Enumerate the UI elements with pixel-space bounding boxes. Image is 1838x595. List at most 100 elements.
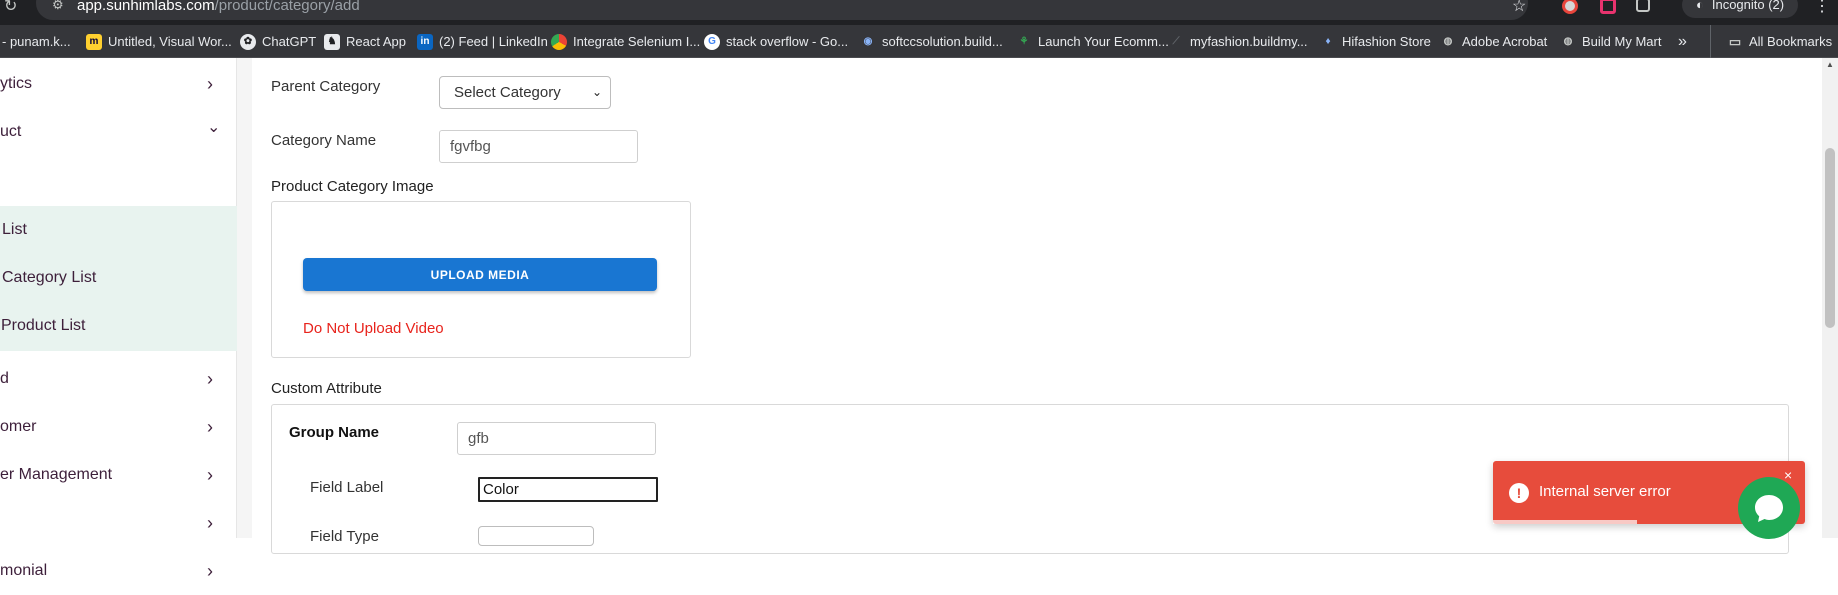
error-icon: ! <box>1509 483 1529 503</box>
globe-icon: ◍ <box>1443 35 1453 47</box>
bookmark-label: React App <box>346 34 406 49</box>
toast-progress-bar <box>1493 520 1637 524</box>
bookmark-item[interactable]: Gstack overflow - Go... <box>704 25 848 58</box>
all-bookmarks-button[interactable]: ▭ All Bookmarks <box>1710 25 1832 58</box>
chevron-right-icon: › <box>207 561 213 581</box>
bookmark-label: (2) Feed | LinkedIn <box>439 34 548 49</box>
bookmark-label: Untitled, Visual Wor... <box>108 34 232 49</box>
extensions-puzzle-icon[interactable] <box>1636 0 1650 12</box>
product-category-image-title: Product Category Image <box>271 178 434 195</box>
parent-category-label: Parent Category <box>271 78 381 95</box>
bookmark-item[interactable]: ⚘ Launch Your Ecomm... <box>1016 25 1169 58</box>
group-name-label: Group Name <box>289 424 380 441</box>
chevron-right-icon: › <box>207 465 213 485</box>
folder-icon: ▭ <box>1728 33 1742 49</box>
sidebar-item-brand[interactable]: d › <box>0 355 237 403</box>
sidebar-item-unnamed[interactable]: › <box>0 499 237 547</box>
chevron-right-icon: › <box>207 513 213 533</box>
bookmark-label: stack overflow - Go... <box>726 34 849 49</box>
bookmark-item[interactable]: ✿ ChatGPT <box>240 25 316 58</box>
bookmark-item[interactable]: in (2) Feed | LinkedIn <box>417 25 548 58</box>
menu-kebab-icon[interactable]: ⋮ <box>1814 0 1830 16</box>
sidebar-gutter <box>237 58 252 538</box>
bookmark-label: Build My Mart <box>1582 34 1662 49</box>
bookmark-item[interactable]: ♞ React App <box>324 25 406 58</box>
sidebar: ytics › uct ⌄ List Category List Product… <box>0 58 237 581</box>
toast-message: Internal server error <box>1539 483 1671 500</box>
sidebar-item-label: List <box>2 221 27 238</box>
scrollbar-thumb[interactable] <box>1825 148 1835 328</box>
fashion-icon: ⟋ <box>1172 35 1180 47</box>
sidebar-item-label: ytics <box>0 75 32 92</box>
bookmarks-overflow-button[interactable]: » <box>1678 25 1687 58</box>
bookmark-label: Hifashion Store <box>1342 34 1431 49</box>
field-label-label: Field Label <box>310 479 384 496</box>
extension-icon[interactable] <box>1600 0 1616 14</box>
miro-icon: m <box>86 33 102 50</box>
category-name-input[interactable] <box>439 130 638 163</box>
sidebar-subitem-product-list[interactable]: Product List <box>0 302 237 350</box>
category-form: Parent Category Select Category ⌄ Catego… <box>0 0 1838 554</box>
bookmark-label: - punam.k... <box>2 34 71 49</box>
parent-category-select[interactable]: Select Category ⌄ <box>439 76 611 109</box>
bookmark-item[interactable]: ⟋ myfashion.buildmy... <box>1168 25 1308 58</box>
linkedin-icon: in <box>417 33 433 50</box>
bookmark-item[interactable]: ◍ Build My Mart <box>1560 25 1662 58</box>
sidebar-item-label: omer <box>0 418 37 435</box>
bookmark-item[interactable]: - punam.k... <box>2 25 71 58</box>
chevron-right-icon: › <box>207 369 213 389</box>
browser-toolbar: ↻ ⚙ app.sunhimlabs.com/product/category/… <box>0 0 1838 25</box>
bookmark-item[interactable]: m Untitled, Visual Wor... <box>86 25 232 58</box>
sidebar-subitem-category-list[interactable]: Category List <box>0 254 237 302</box>
bookmark-label: ChatGPT <box>262 34 317 49</box>
chevron-right-icon: › <box>207 74 213 94</box>
incognito-icon: ◐ <box>1696 0 1704 12</box>
bookmark-label: softccsolution.build... <box>882 34 1003 49</box>
sidebar-item-testimonial[interactable]: monial › <box>0 547 237 595</box>
page-scrollbar[interactable]: ▲ <box>1822 58 1838 538</box>
sidebar-item-product[interactable]: uct ⌄ <box>0 108 237 156</box>
sidebar-item-customer[interactable]: omer › <box>0 403 237 451</box>
field-type-select[interactable] <box>478 526 594 546</box>
chevron-down-icon: ⌄ <box>591 85 602 99</box>
custom-attribute-title: Custom Attribute <box>271 380 382 397</box>
category-name-label: Category Name <box>271 132 377 149</box>
bookmark-star-icon[interactable]: ☆ <box>1512 0 1526 16</box>
bookmark-label: Launch Your Ecomm... <box>1038 34 1169 49</box>
reload-icon[interactable]: ↻ <box>4 0 17 16</box>
bookmark-item[interactable]: ◉ softccsolution.build... <box>860 25 1003 58</box>
sidebar-item-analytics[interactable]: ytics › <box>0 60 237 108</box>
sidebar-item-order-management[interactable]: er Management › <box>0 451 237 499</box>
sidebar-item-label: Product List <box>1 317 86 334</box>
upload-media-button[interactable]: UPLOAD MEDIA <box>303 258 657 291</box>
bookmark-item[interactable]: ♦ Hifashion Store <box>1320 25 1431 58</box>
scroll-up-arrow-icon[interactable]: ▲ <box>1826 60 1834 69</box>
all-bookmarks-label: All Bookmarks <box>1749 34 1833 49</box>
openai-icon: ✿ <box>240 33 256 50</box>
incognito-label: Incognito (2) <box>1711 0 1785 12</box>
group-name-input[interactable] <box>457 422 656 455</box>
extension-icon[interactable] <box>1562 0 1578 14</box>
overflow-chevron-icon: » <box>1678 33 1687 50</box>
field-type-label: Field Type <box>310 528 379 545</box>
field-label-input[interactable] <box>478 477 658 502</box>
bookmarks-bar: - punam.k... m Untitled, Visual Wor... ✿ C… <box>0 25 1838 58</box>
url-host: app.sunhimlabs.com <box>77 0 215 14</box>
sidebar-item-label: monial <box>0 562 48 579</box>
sidebar-item-label: uct <box>0 123 22 140</box>
site-settings-icon[interactable]: ⚙ <box>52 0 64 13</box>
upload-warning-text: Do Not Upload Video <box>303 320 444 337</box>
bookmark-label: Integrate Selenium I... <box>573 34 701 49</box>
chrome-icon <box>551 33 567 50</box>
sidebar-item-label: er Management <box>0 466 113 483</box>
chat-widget-button[interactable] <box>1738 477 1800 539</box>
sidebar-subitem-list[interactable]: List <box>0 206 237 254</box>
bookmark-item[interactable]: Integrate Selenium I... <box>551 25 700 58</box>
globe-icon: ◉ <box>863 35 873 47</box>
chevron-right-icon: › <box>207 417 213 437</box>
url-text[interactable]: app.sunhimlabs.com/product/category/add <box>77 0 360 14</box>
react-icon: ♞ <box>324 33 340 50</box>
bookmark-item[interactable]: ◍ Adobe Acrobat <box>1440 25 1548 58</box>
chevron-down-icon: ⌄ <box>207 119 221 136</box>
incognito-badge[interactable]: ◐ Incognito (2) <box>1682 0 1799 18</box>
